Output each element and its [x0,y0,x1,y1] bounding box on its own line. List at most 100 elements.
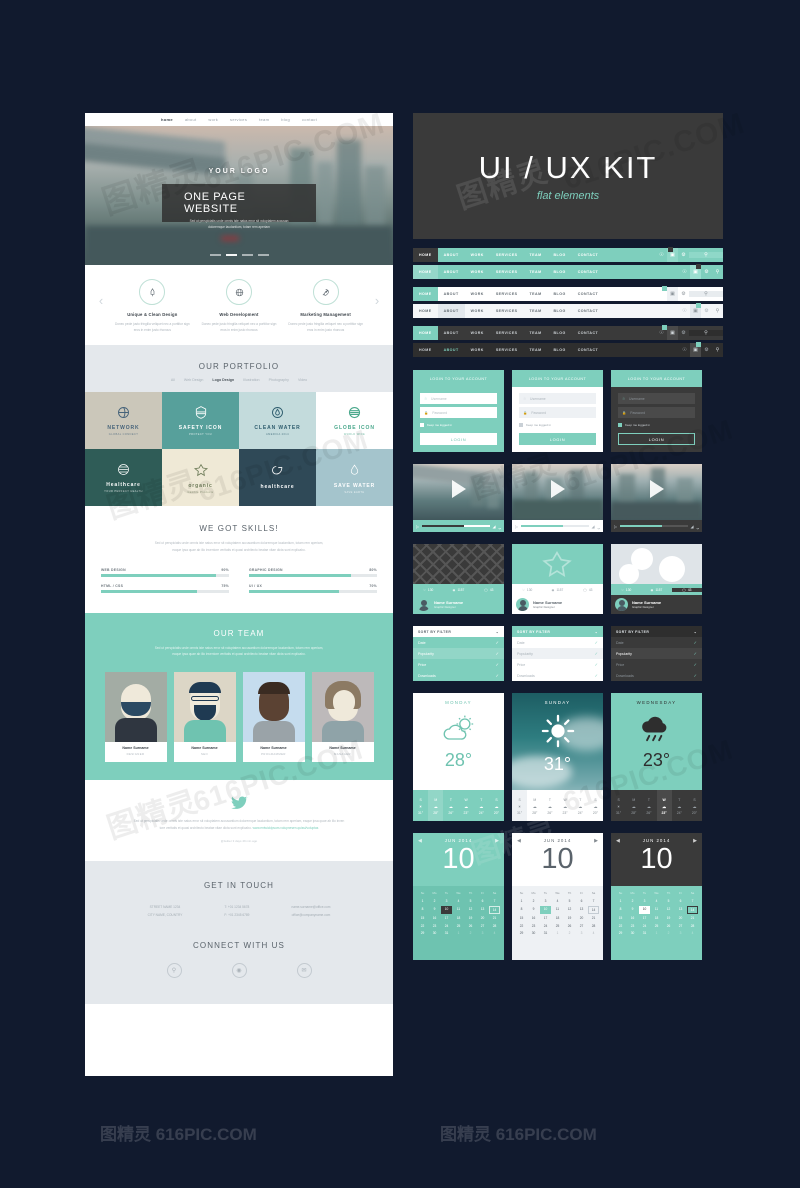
team-member-card[interactable]: Name Surname MANAGER [311,672,374,763]
password-field[interactable]: 🔒 Password [618,407,695,418]
portfolio-item[interactable]: GLOBE ICON WORLD WIDE [316,392,393,450]
play-small-icon[interactable]: ▷ [416,524,419,529]
comments-stat[interactable]: ◯ 43 [671,587,702,592]
navbar-item-blog[interactable]: BLOG [548,343,572,357]
calendar-grid[interactable]: Su Mo Tu We Th Fr Sa 1234567 8 9 10 11 12 13 14 15 16… [615,890,698,936]
navbar-item-services[interactable]: SERVICES [490,265,524,279]
chevron-right-icon[interactable]: ▶ [594,838,598,844]
comments-stat[interactable]: ◯ 43 [573,588,603,592]
navbar-item-work[interactable]: WORK [465,326,490,340]
features-next-arrow[interactable]: › [369,279,385,308]
forecast-day[interactable]: M ☁ 28° [527,790,542,821]
video-progress-track[interactable] [422,525,490,527]
navbar-item-services[interactable]: SERVICES [490,304,524,318]
filter-option-popularity[interactable]: Popularity ✓ [413,648,504,659]
chevron-down-icon[interactable]: ⌄ [694,630,697,634]
search-icon[interactable]: ⚲ [689,252,723,258]
navbar-item-home[interactable]: HOME [413,287,438,301]
forecast-day[interactable]: S ☁ 20° [489,790,504,821]
play-small-icon[interactable]: ▷ [515,524,518,529]
navbar-item-team[interactable]: TEAM [524,304,548,318]
navbar-item-blog[interactable]: BLOG [548,248,572,262]
team-member-card[interactable]: Name Surname DESIGNER [104,672,167,763]
navbar-item-work[interactable]: WORK [465,343,490,357]
forecast-day[interactable]: S ☀ 31° [512,790,528,821]
photo-icon[interactable]: ▣ [667,287,678,301]
navbar-item-about[interactable]: ABOUT [438,287,465,301]
portfolio-filter-illustration[interactable]: Illustration [243,378,259,382]
chevron-left-icon[interactable]: ◀ [616,838,620,844]
username-field[interactable]: ☃ Username [618,393,695,404]
globe-icon[interactable]: ☉ [679,265,690,279]
navbar-item-team[interactable]: TEAM [524,326,548,340]
hero-dot[interactable] [257,254,269,256]
likes-stat[interactable]: ♡ 130 [413,588,443,592]
portfolio-filter-logo[interactable]: Logo Design [212,378,234,382]
play-icon[interactable] [550,480,565,498]
video-progress-track[interactable] [521,525,589,527]
navbar-item-contact[interactable]: CONTACT [572,248,604,262]
globe-icon[interactable]: ☉ [656,248,667,262]
checkbox-box[interactable] [618,423,622,427]
play-icon[interactable] [451,480,466,498]
portfolio-item[interactable]: organic Gamble Products [162,449,239,507]
navbar-light-grey[interactable]: HOME ABOUT WORK SERVICES TEAM BLOG CONTA… [413,303,723,318]
filter-option-price[interactable]: Price ✓ [611,659,702,670]
search-icon[interactable]: ⚲ [689,291,723,297]
site-nav-about[interactable]: about [185,117,197,122]
play-small-icon[interactable]: ▷ [614,524,617,529]
navbar-dark-teal-home[interactable]: HOME ABOUT WORK SERVICES TEAM BLOG CONTA… [413,325,723,340]
video-controls[interactable]: ▷ ◢ ⏟ [611,520,702,532]
forecast-day[interactable]: T ☁ 26° [641,790,656,821]
navbar-item-about[interactable]: ABOUT [438,343,465,357]
team-member-card[interactable]: Name Surname PROGRAMMER [242,672,305,763]
likes-stat[interactable]: ♡ 130 [512,588,542,592]
video-player-white[interactable]: ▷ ◢ ⏟ [512,464,603,532]
checkbox-box[interactable] [519,423,523,427]
navbar-item-work[interactable]: WORK [465,248,490,262]
video-controls[interactable]: ▷ ◢ ⏟ [512,520,603,532]
portfolio-item[interactable]: SAVE WATER SAVE EARTH [316,449,393,507]
navbar-item-services[interactable]: SERVICES [490,343,524,357]
navbar-item-blog[interactable]: BLOG [548,326,572,340]
volume-icon[interactable]: ◢ [691,524,694,529]
navbar-item-services[interactable]: SERVICES [490,287,524,301]
navbar-item-about[interactable]: ABOUT [438,265,465,279]
forecast-day[interactable]: T ☁ 24° [672,790,687,821]
username-field[interactable]: ☃ Username [519,393,596,404]
gear-icon[interactable]: ⚙ [678,287,689,301]
navbar-item-home[interactable]: HOME [413,343,438,357]
filter-option-popularity[interactable]: Popularity ✓ [512,648,603,659]
filter-option-downloads[interactable]: Downloads ✓ [611,670,702,681]
chevron-down-icon[interactable]: ⌄ [496,630,499,634]
fullscreen-icon[interactable]: ⏟ [499,524,501,529]
forecast-day[interactable]: T ☁ 26° [443,790,458,821]
search-icon[interactable]: ⚲ [712,304,723,318]
hero-dot[interactable] [241,254,253,256]
fullscreen-icon[interactable]: ⏟ [697,524,699,529]
navbar-item-blog[interactable]: BLOG [548,287,572,301]
navbar-item-contact[interactable]: CONTACT [572,304,604,318]
navbar-white-teal-home[interactable]: HOME ABOUT WORK SERVICES TEAM BLOG CONTA… [413,286,723,301]
navbar-item-home[interactable]: HOME [413,326,438,340]
site-nav-contact[interactable]: contact [302,117,317,122]
globe-icon[interactable]: ☉ [679,304,690,318]
filter-header[interactable]: SORT BY FILTER ⌄ [512,626,603,637]
navbar-item-contact[interactable]: CONTACT [572,265,604,279]
forecast-day[interactable]: S ☀ 31° [413,790,428,821]
features-prev-arrow[interactable]: ‹ [93,279,109,308]
portfolio-item[interactable]: Healthcare YOUR PERFECT HEALTH [85,449,162,507]
forecast-day[interactable]: W ☁ 23° [558,790,573,821]
navbar-item-contact[interactable]: CONTACT [572,326,604,340]
login-button[interactable]: LOGIN [519,433,596,445]
navbar-item-about[interactable]: ABOUT [438,248,465,262]
filter-option-date[interactable]: Date ✓ [512,637,603,648]
site-nav-home[interactable]: home [161,117,173,122]
filter-option-date[interactable]: Date ✓ [413,637,504,648]
portfolio-item[interactable]: healthcare [239,449,316,507]
views-stat[interactable]: ◉ 1157 [443,588,473,592]
forecast-day[interactable]: M ☁ 28° [428,790,444,821]
search-icon[interactable]: ⚲ [166,962,182,978]
navbar-item-team[interactable]: TEAM [524,265,548,279]
navbar-dark-plain[interactable]: HOME ABOUT WORK SERVICES TEAM BLOG CONTA… [413,342,723,357]
